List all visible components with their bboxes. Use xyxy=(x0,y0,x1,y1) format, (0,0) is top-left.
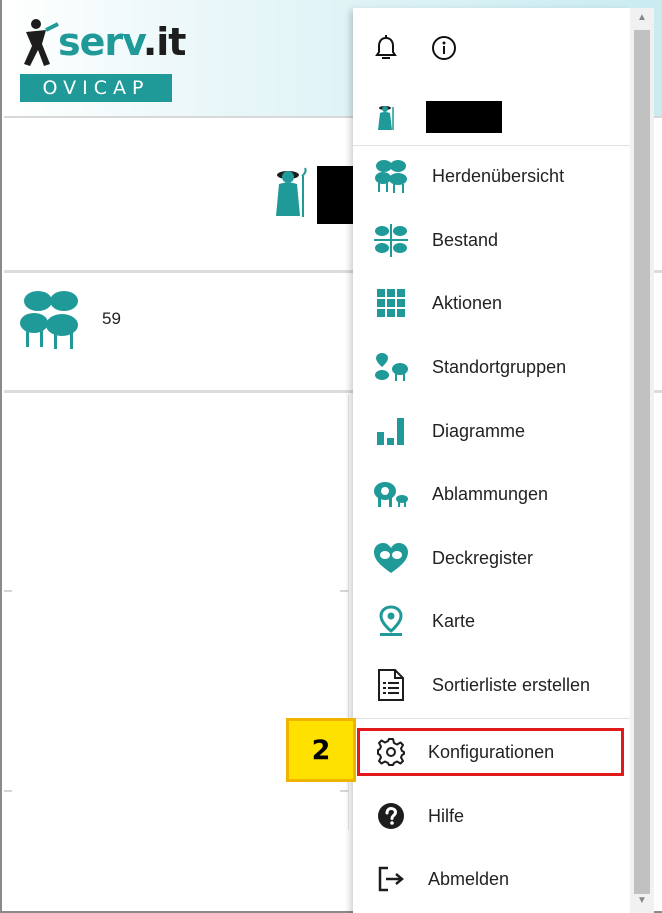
menu-scrollbar[interactable]: ▲ ▼ xyxy=(630,8,654,913)
navigation-menu: Herdenübersicht Bestand Aktionen Standor… xyxy=(353,8,630,913)
flock-count: 59 xyxy=(102,309,121,328)
flock-icon xyxy=(375,160,407,193)
menu-item-karte[interactable]: Karte xyxy=(353,591,630,651)
menu-item-hilfe[interactable]: Hilfe xyxy=(353,786,630,846)
menu-item-herdenuebersicht[interactable]: Herdenübersicht xyxy=(353,146,630,206)
step-badge: 2 xyxy=(286,718,356,782)
redacted-username xyxy=(426,100,502,133)
menu-item-label: Ablammungen xyxy=(432,483,549,504)
menu-item-diagramme[interactable]: Diagramme xyxy=(353,401,630,461)
menu-item-abmelden[interactable]: Abmelden xyxy=(353,849,630,909)
grid-tick xyxy=(4,590,12,592)
menu-item-label: Bestand xyxy=(432,229,499,250)
servit-logo[interactable]: serv.it OVICAP xyxy=(20,18,186,104)
lambing-icon xyxy=(374,482,408,507)
menu-divider xyxy=(353,718,630,719)
scroll-thumb[interactable] xyxy=(634,30,650,894)
flock-icon xyxy=(20,291,78,349)
menu-item-label: Aktionen xyxy=(432,292,503,313)
menu-item-deckregister[interactable]: Deckregister xyxy=(353,528,630,588)
menu-item-label: Diagramme xyxy=(432,420,526,441)
highlight-box xyxy=(357,728,624,776)
logo-text: serv xyxy=(58,20,144,64)
menu-item-standortgruppen[interactable]: Standortgruppen xyxy=(353,337,630,397)
info-icon[interactable] xyxy=(431,35,457,61)
scroll-up-arrow-icon[interactable]: ▲ xyxy=(636,12,648,24)
location-groups-icon xyxy=(375,353,408,381)
document-list-icon xyxy=(378,669,404,701)
grid-icon xyxy=(377,289,405,317)
menu-item-ablammungen[interactable]: Ablammungen xyxy=(353,464,630,524)
bell-icon[interactable] xyxy=(375,35,397,61)
menu-toolbar xyxy=(353,8,630,88)
bar-chart-icon xyxy=(377,418,404,445)
menu-item-label: Deckregister xyxy=(432,547,534,568)
menu-user-row xyxy=(353,88,630,146)
stock-icon xyxy=(374,224,408,257)
grid-tick xyxy=(340,590,348,592)
heart-icon xyxy=(374,543,408,573)
menu-item-label: Karte xyxy=(432,610,476,631)
logo-text-suffix: .it xyxy=(142,20,187,64)
logout-icon xyxy=(378,866,404,892)
menu-item-label: Hilfe xyxy=(428,805,465,826)
menu-item-label: Abmelden xyxy=(428,868,510,889)
shepherd-icon xyxy=(378,105,394,130)
logo-figure-icon xyxy=(24,19,59,66)
menu-item-label: Sortierliste erstellen xyxy=(432,674,591,695)
menu-item-label: Standortgruppen xyxy=(432,356,567,377)
logo-subtitle: OVICAP xyxy=(20,74,172,102)
menu-item-bestand[interactable]: Bestand xyxy=(353,210,630,270)
grid-tick xyxy=(340,790,348,792)
menu-item-aktionen[interactable]: Aktionen xyxy=(353,273,630,333)
grid-tick xyxy=(4,790,12,792)
menu-item-label: Herdenübersicht xyxy=(432,165,565,186)
help-icon xyxy=(378,803,404,829)
menu-item-sortierliste[interactable]: Sortierliste erstellen xyxy=(353,655,630,715)
scroll-down-arrow-icon[interactable]: ▼ xyxy=(636,895,648,907)
map-pin-icon xyxy=(379,605,403,636)
shepherd-icon xyxy=(276,167,307,217)
